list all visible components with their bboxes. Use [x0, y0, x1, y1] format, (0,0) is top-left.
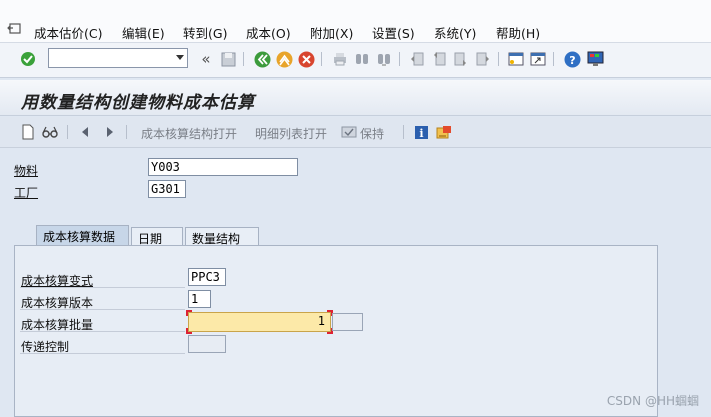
toolbar-separator: [67, 125, 68, 139]
menu-settings[interactable]: 设置(S): [372, 23, 415, 42]
row-divider: [20, 309, 185, 310]
menu-help[interactable]: 帮助(H): [496, 23, 540, 42]
menu-costing[interactable]: 成本(O): [246, 23, 291, 42]
prev-page-icon[interactable]: [430, 50, 448, 68]
find-next-icon[interactable]: [375, 50, 393, 68]
row-divider: [20, 331, 185, 332]
chevron-down-icon[interactable]: [176, 55, 184, 60]
find-icon[interactable]: [353, 50, 371, 68]
menu-goto[interactable]: 转到(G): [183, 23, 227, 42]
toolbar-separator: [403, 125, 404, 139]
itemization-open-button[interactable]: 明细列表打开: [255, 125, 327, 142]
required-marker: [186, 328, 192, 334]
help-icon[interactable]: ?: [563, 50, 581, 68]
page-title: 用数量结构创建物料成本估算: [21, 93, 255, 113]
costing-version-field[interactable]: 1: [188, 290, 211, 308]
application-toolbar: 成本核算结构打开 明细列表打开 保持 i: [0, 117, 711, 148]
last-page-icon[interactable]: [474, 50, 492, 68]
menu-cost-estimate[interactable]: 成本估价(C): [34, 23, 102, 42]
costing-lot-size-field[interactable]: 1: [188, 312, 331, 332]
required-marker: [186, 310, 192, 316]
toolbar-separator: [321, 52, 322, 66]
back-nav-icon[interactable]: «: [197, 50, 215, 68]
lot-size-unit-field: [332, 313, 363, 331]
watermark: CSDN @HH蝈蝈: [606, 394, 699, 408]
create-session-icon[interactable]: [507, 50, 525, 68]
menu-edit[interactable]: 编辑(E): [122, 23, 165, 42]
keep-button[interactable]: 保持: [360, 125, 384, 142]
save-icon[interactable]: [219, 50, 237, 68]
row-divider: [20, 353, 185, 354]
print-icon[interactable]: [331, 50, 349, 68]
first-page-icon[interactable]: [408, 50, 426, 68]
standard-toolbar: « ?: [0, 43, 711, 78]
enter-icon[interactable]: [19, 50, 37, 68]
menu-extras[interactable]: 附加(X): [310, 23, 353, 42]
toolbar-separator: [498, 52, 499, 66]
toolbar-separator: [243, 52, 244, 66]
command-field[interactable]: [48, 48, 188, 68]
exit-icon[interactable]: [275, 50, 293, 68]
customize-layout-icon[interactable]: [586, 50, 604, 68]
menu-system[interactable]: 系统(Y): [434, 23, 476, 42]
exit-menu-icon[interactable]: [7, 22, 23, 36]
new-document-icon[interactable]: [19, 123, 37, 141]
previous-arrow-icon[interactable]: [76, 123, 94, 141]
keep-icon[interactable]: [340, 123, 358, 141]
costing-structure-open-button[interactable]: 成本核算结构打开: [141, 125, 237, 142]
plant-label: 工厂: [14, 186, 39, 200]
tab-costing-data[interactable]: 成本核算数据: [36, 225, 129, 247]
tab-dates[interactable]: 日期: [131, 227, 183, 246]
next-page-icon[interactable]: [452, 50, 470, 68]
row-divider: [20, 287, 185, 288]
cancel-icon[interactable]: [297, 50, 315, 68]
plant-field[interactable]: G301: [148, 180, 186, 198]
next-arrow-icon[interactable]: [101, 123, 119, 141]
back-icon[interactable]: [253, 50, 271, 68]
title-bar: 用数量结构创建物料成本估算: [0, 80, 711, 116]
shortcut-icon[interactable]: [529, 50, 547, 68]
svg-text:?: ?: [569, 54, 575, 67]
cost-report-icon[interactable]: [435, 123, 453, 141]
material-field[interactable]: Y003: [148, 158, 298, 176]
glasses-display-icon[interactable]: [41, 123, 59, 141]
costing-variant-field[interactable]: PPC3: [188, 268, 226, 286]
svg-text:i: i: [419, 127, 423, 140]
tab-qty-structure[interactable]: 数量结构: [185, 227, 259, 246]
toolbar-separator: [553, 52, 554, 66]
toolbar-separator: [126, 125, 127, 139]
toolbar-separator: [399, 52, 400, 66]
info-icon[interactable]: i: [412, 123, 430, 141]
transfer-control-field[interactable]: [188, 335, 226, 353]
material-label: 物料: [14, 164, 39, 178]
menu-bar: 成本估价(C) 编辑(E) 转到(G) 成本(O) 附加(X) 设置(S) 系统…: [0, 0, 711, 43]
